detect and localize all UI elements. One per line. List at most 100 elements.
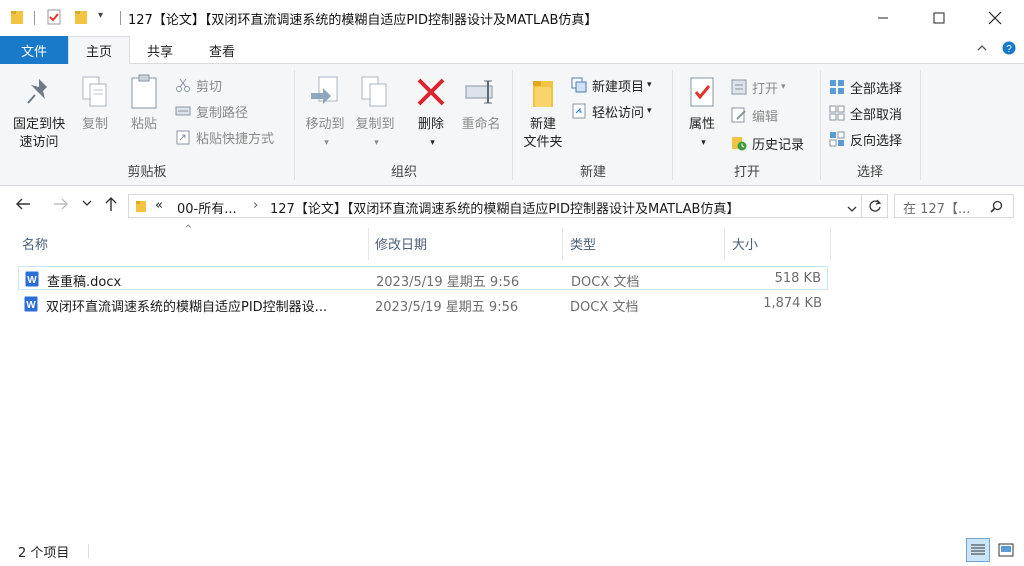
recent-locations-icon[interactable]: [76, 199, 98, 210]
easy-access-label: 轻松访问: [592, 105, 645, 121]
open-label: 打开: [752, 81, 779, 97]
details-view-button[interactable]: [966, 538, 990, 562]
minimize-button[interactable]: [860, 0, 906, 36]
move-to-button[interactable]: 移动到 ▾: [300, 72, 350, 152]
column-header-type[interactable]: 类型: [570, 230, 722, 256]
history-button[interactable]: 历史记录: [730, 132, 804, 154]
forward-button[interactable]: [50, 196, 72, 215]
file-name: 查重稿.docx: [47, 275, 122, 290]
quick-access-separator: [34, 11, 35, 25]
select-all-icon: [828, 78, 846, 96]
easy-access-caret-icon: ▾: [647, 106, 652, 116]
column-divider[interactable]: [724, 228, 725, 260]
group-open: 属性 ▾ 打开 ▾ 编辑 历史记录 打开: [674, 68, 820, 184]
pin-icon: [21, 72, 57, 112]
svg-text:W: W: [26, 300, 36, 311]
easy-access-button[interactable]: 轻松访问 ▾: [570, 100, 652, 122]
paste-label: 粘贴: [130, 117, 157, 132]
group-divider: [294, 70, 295, 180]
file-row[interactable]: W 双闭环直流调速系统的模糊自适应PID控制器设... 2023/5/19 星期…: [18, 292, 828, 316]
properties-label: 属性: [688, 117, 715, 132]
paste-button[interactable]: 粘贴: [122, 72, 166, 134]
title-bar: ▾ 127【论文】【双闭环直流调速系统的模糊自适应PID控制器设计及MATLAB…: [0, 0, 1024, 36]
tab-home[interactable]: 主页: [68, 36, 130, 65]
breadcrumb-item-current[interactable]: 127【论文】【双闭环直流调速系统的模糊自适应PID控制器设计及MATLAB仿真…: [270, 198, 739, 217]
maximize-button[interactable]: [916, 0, 962, 36]
copy-path-icon: [174, 102, 192, 120]
address-dropdown-icon[interactable]: [847, 202, 857, 216]
move-to-label: 移动到: [305, 117, 345, 132]
new-item-button[interactable]: 新建项目 ▾: [570, 74, 652, 96]
open-caret-icon: ▾: [781, 82, 786, 92]
properties-button[interactable]: 属性 ▾: [678, 72, 726, 152]
column-header-name[interactable]: 名称: [22, 230, 366, 256]
new-folder-button[interactable]: 新建 文件夹: [518, 72, 568, 152]
rename-button[interactable]: 重命名: [456, 72, 506, 134]
file-row[interactable]: W 查重稿.docx 2023/5/19 星期五 9:56 DOCX 文档 51…: [18, 266, 828, 290]
group-divider: [820, 70, 821, 180]
paste-icon: [126, 72, 162, 112]
close-button[interactable]: [972, 0, 1018, 36]
delete-x-icon: [413, 72, 449, 112]
file-list: ^ 名称 修改日期 类型 大小 W 查重稿.docx 2023/5/19 星期五…: [0, 224, 1024, 526]
customize-quick-access-icon[interactable]: ▾: [98, 10, 103, 21]
back-button[interactable]: [12, 196, 34, 215]
file-modified: 2023/5/19 星期五 9:56: [376, 275, 520, 290]
tab-file[interactable]: 文件: [0, 36, 68, 64]
search-box[interactable]: 在 127【...: [894, 194, 1014, 218]
select-none-button[interactable]: 全部取消: [828, 102, 902, 124]
tab-share[interactable]: 共享: [132, 36, 188, 64]
copy-button[interactable]: 复制: [74, 72, 116, 134]
file-name: 双闭环直流调速系统的模糊自适应PID控制器设...: [46, 300, 328, 315]
edit-button[interactable]: 编辑: [730, 104, 778, 126]
cut-button[interactable]: 剪切: [174, 74, 222, 96]
column-header-modified[interactable]: 修改日期: [375, 230, 561, 256]
breadcrumb-item-parent[interactable]: 00-所有...: [177, 198, 237, 217]
new-folder-quick-icon[interactable]: [74, 9, 88, 28]
breadcrumb-overflow[interactable]: «: [155, 198, 163, 213]
open-button[interactable]: 打开 ▾: [730, 76, 786, 98]
address-bar[interactable]: « 00-所有... › 127【论文】【双闭环直流调速系统的模糊自适应PID控…: [128, 194, 862, 218]
column-divider[interactable]: [368, 228, 369, 260]
select-all-button[interactable]: 全部选择: [828, 76, 902, 98]
help-icon[interactable]: ?: [1002, 41, 1016, 58]
ribbon: 固定到快 速访问 复制 粘贴 剪切 复制路径 粘贴快捷方式 剪贴板 移动到 ▾ …: [0, 64, 1024, 186]
new-item-label: 新建项目: [592, 79, 645, 95]
invert-selection-button[interactable]: 反向选择: [828, 128, 902, 150]
group-organize: 移动到 ▾ 复制到 ▾ 删除 ▾ 重命名 组织: [296, 68, 512, 184]
edit-label: 编辑: [752, 109, 779, 125]
refresh-button[interactable]: [862, 194, 888, 218]
properties-quick-icon[interactable]: [46, 9, 62, 28]
easy-access-icon: [570, 102, 588, 120]
group-divider: [920, 70, 921, 180]
column-header-size[interactable]: 大小: [732, 230, 828, 256]
copy-to-button[interactable]: 复制到 ▾: [350, 72, 400, 152]
search-icon[interactable]: [990, 200, 1003, 216]
large-icons-view-button[interactable]: [994, 538, 1018, 562]
paste-shortcut-button[interactable]: 粘贴快捷方式: [174, 126, 274, 148]
select-none-icon: [828, 104, 846, 122]
organize-group-label: 组织: [390, 165, 417, 180]
column-divider[interactable]: [562, 228, 563, 260]
tab-view[interactable]: 查看: [192, 36, 252, 64]
pin-label-line2: 速访问: [19, 135, 59, 150]
up-button[interactable]: [100, 196, 122, 216]
new-item-caret-icon: ▾: [647, 80, 652, 90]
pin-quick-access-button[interactable]: 固定到快 速访问: [6, 72, 72, 152]
copy-to-caret-icon: ▾: [374, 138, 379, 148]
new-item-icon: [570, 76, 588, 94]
properties-caret-icon: ▾: [701, 138, 706, 148]
title-separator: [120, 11, 121, 25]
collapse-ribbon-icon[interactable]: [976, 42, 988, 57]
delete-button[interactable]: 删除 ▾: [408, 72, 454, 152]
history-icon: [730, 134, 748, 152]
file-size: 518 KB: [774, 271, 821, 286]
copy-path-button[interactable]: 复制路径: [174, 100, 248, 122]
column-divider[interactable]: [830, 228, 831, 260]
status-separator: [88, 544, 89, 558]
scissors-icon: [174, 76, 192, 94]
new-folder-label-line2: 文件夹: [523, 135, 563, 150]
word-doc-icon: W: [24, 296, 38, 312]
group-divider: [512, 70, 513, 180]
breadcrumb-separator-icon: ›: [253, 198, 259, 213]
